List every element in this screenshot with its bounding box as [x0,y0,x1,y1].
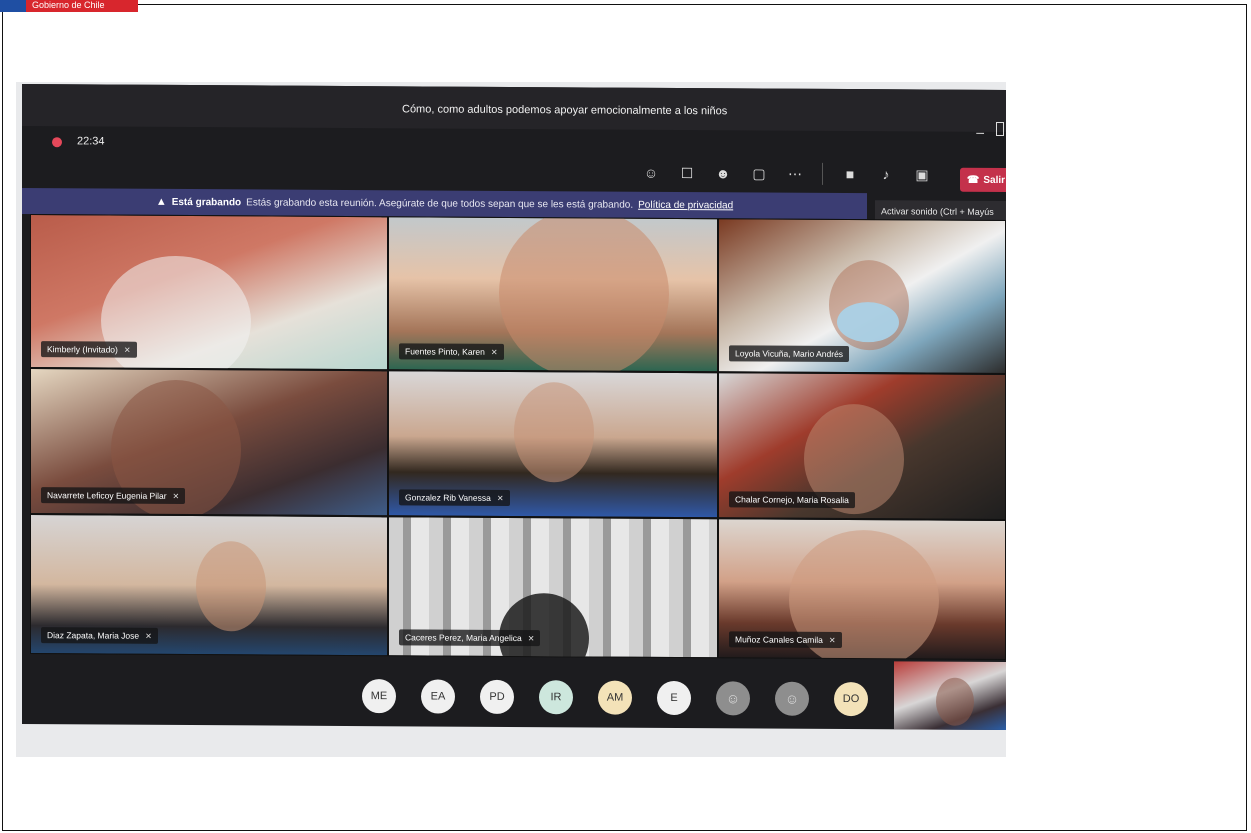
participant-tile[interactable]: Diaz Zapata, Maria Jose ✕ [30,514,388,657]
toolbar-divider [822,162,823,185]
video-grid: Kimberly (Invitado) ✕ Fuentes Pinto, Kar… [30,214,1006,661]
meeting-timer: 22:34 [77,135,105,148]
participant-avatar-icon[interactable]: ☺ [775,681,809,716]
participant-avatar-icon[interactable]: ☺ [716,681,750,716]
mic-off-icon: ✕ [490,347,498,357]
participant-avatar[interactable]: E [657,680,691,716]
participant-silhouette [514,382,594,483]
participant-name: Gonzalez Rib Vanessa [405,492,491,503]
participant-tile[interactable]: Kimberly (Invitado) ✕ [30,214,388,371]
participant-silhouette [936,677,974,726]
participant-name-tag: Kimberly (Invitado) ✕ [41,341,137,358]
minimize-button[interactable]: – [976,124,984,140]
participant-name: Kimberly (Invitado) [47,344,118,355]
participant-silhouette [499,592,589,659]
participant-name-tag: Loyola Vicuña, Mario Andrés [729,345,850,363]
participants-icon[interactable]: ☺ [642,165,660,181]
participant-name-tag: Fuentes Pinto, Karen ✕ [399,343,504,360]
participant-tile[interactable]: Chalar Cornejo, Maria Rosalia [718,372,1006,521]
participant-name-tag: Muñoz Canales Camila ✕ [729,631,842,649]
participant-name: Navarrete Leficoy Eugenia Pilar [47,490,167,501]
participant-avatar[interactable]: PD [480,679,514,715]
rooms-icon[interactable]: ▢ [750,165,768,182]
participant-tile[interactable]: Fuentes Pinto, Karen ✕ [388,216,718,373]
participant-avatar[interactable]: IR [539,680,573,715]
reactions-icon[interactable]: ☻ [714,165,732,181]
mic-off-icon: ✕ [172,491,180,501]
face-mask [837,301,899,343]
meeting-photo: Cómo, como adultos podemos apoyar emocio… [16,82,1006,757]
participant-name: Loyola Vicuña, Mario Andrés [735,348,844,360]
mic-off-icon: ✕ [527,633,535,643]
mic-off-icon: ✕ [496,493,504,503]
participant-silhouette [499,216,669,373]
camera-icon[interactable]: ■ [841,166,859,182]
recording-banner-text: Estás grabando esta reunión. Asegúrate d… [246,196,634,211]
participant-tile[interactable]: Caceres Perez, Maria Angelica ✕ [388,516,718,659]
title-bar: Cómo, como adultos podemos apoyar emocio… [22,84,1006,140]
recording-banner-title: Está grabando [171,196,242,208]
participant-name-tag: Diaz Zapata, Maria Jose ✕ [41,627,158,644]
participant-tile[interactable]: Gonzalez Rib Vanessa ✕ [388,370,718,519]
self-view-video[interactable] [894,661,1006,731]
brand-logo: Gobierno de Chile [0,0,138,12]
leave-button[interactable]: ☎ Salir [960,167,1006,193]
participant-name-tag: Gonzalez Rib Vanessa ✕ [399,489,510,506]
mic-off-icon: ✕ [828,635,836,645]
participant-name-tag: Chalar Cornejo, Maria Rosalia [729,491,855,509]
participant-tile[interactable]: Loyola Vicuña, Mario Andrés [718,218,1006,375]
chat-icon[interactable]: ☐ [678,165,696,182]
participant-avatar[interactable]: DO [834,681,868,717]
participant-avatar[interactable]: ME [362,679,396,714]
privacy-policy-link[interactable]: Política de privacidad [638,199,733,211]
participant-name: Diaz Zapata, Maria Jose [47,630,140,641]
meeting-toolbar: ☺ ☐ ☻ ▢ ⋯ ■ ♪ ▣ [642,161,931,187]
warning-icon: ▲ [155,195,167,208]
participant-avatar[interactable]: EA [421,679,455,714]
meeting-title: Cómo, como adultos podemos apoyar emocio… [402,103,728,118]
participant-name: Fuentes Pinto, Karen [405,346,485,357]
more-icon[interactable]: ⋯ [786,165,804,182]
participant-name-tag: Navarrete Leficoy Eugenia Pilar ✕ [41,487,186,504]
brand-logo-text: Gobierno de Chile [26,0,138,12]
teams-window: Cómo, como adultos podemos apoyar emocio… [22,84,1006,731]
participant-name: Chalar Cornejo, Maria Rosalia [735,494,849,506]
participant-tile[interactable]: Navarrete Leficoy Eugenia Pilar ✕ [30,368,388,517]
participant-name: Muñoz Canales Camila [735,634,823,645]
share-icon[interactable]: ▣ [913,166,931,183]
mic-off-icon: ✕ [145,631,152,641]
mic-off-icon: ✕ [123,345,131,355]
participant-name: Caceres Perez, Maria Angelica [405,632,522,644]
mic-muted-icon[interactable]: ♪ [877,166,895,182]
participant-tile[interactable]: Muñoz Canales Camila ✕ [718,518,1006,661]
participant-name-tag: Caceres Perez, Maria Angelica ✕ [399,629,541,647]
phone-hangup-icon: ☎ [966,174,980,186]
brand-logo-blue [0,0,26,12]
maximize-button[interactable] [996,121,1004,136]
overflow-avatars: ME EA PD IR AM E ☺ ☺ DO [362,679,868,717]
participant-avatar[interactable]: AM [598,680,632,715]
participant-silhouette [196,541,266,632]
recording-indicator-icon [52,137,62,148]
leave-label: Salir [983,174,1006,186]
